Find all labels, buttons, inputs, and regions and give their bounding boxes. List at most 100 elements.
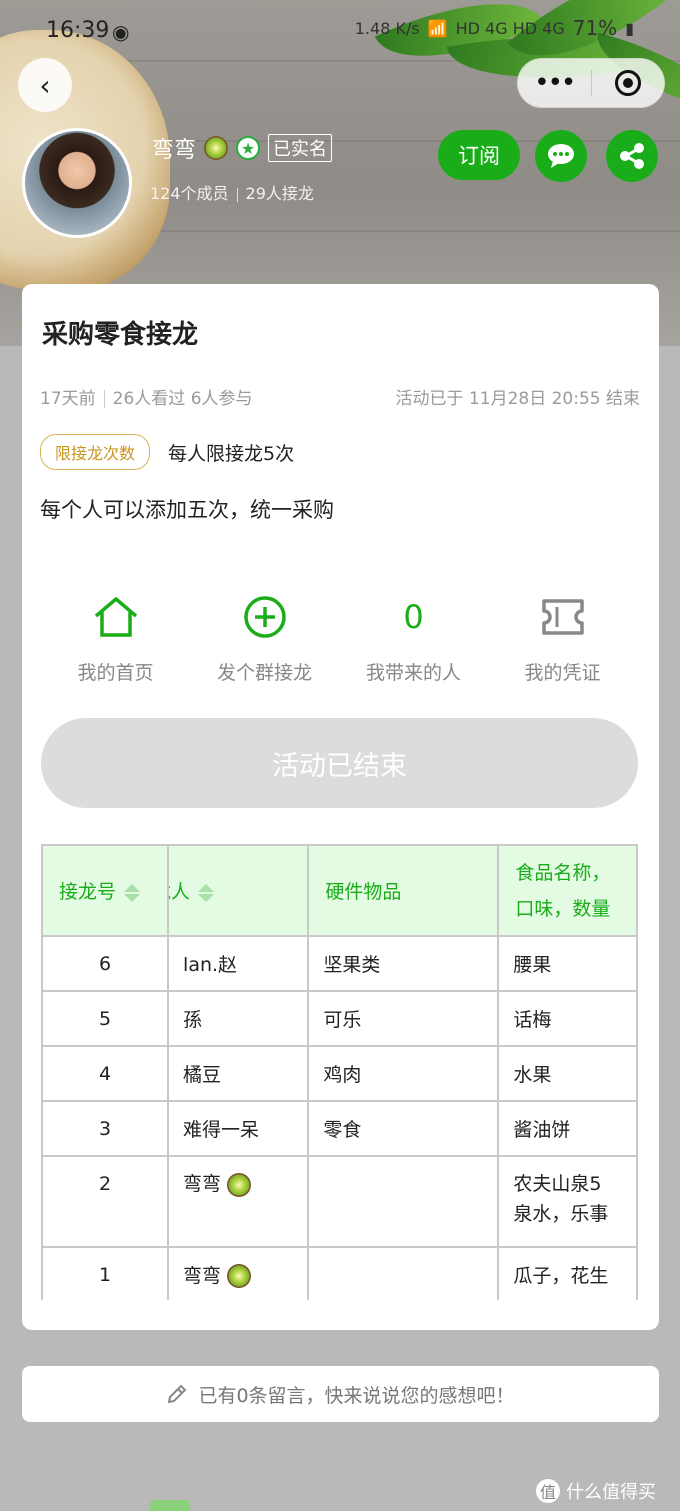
share-icon — [620, 143, 644, 169]
more-options-icon[interactable]: ••• — [518, 68, 591, 98]
table-row: 4 橘豆 鸡肉 水果 — [41, 1045, 638, 1102]
quick-action-voucher[interactable]: 我的凭证 — [488, 594, 637, 685]
cell-food: 腰果 — [497, 935, 638, 992]
cell-no: 4 — [41, 1045, 170, 1102]
watermark-text: 什么值得买 — [566, 1482, 656, 1503]
avatar[interactable] — [22, 128, 132, 238]
message-button[interactable] — [535, 130, 587, 182]
table-row: 6 lan.赵 坚果类 腰果 — [41, 935, 638, 992]
net-speed: 1.48 K/s — [354, 18, 420, 38]
activity-ended-button[interactable]: 活动已结束 — [41, 718, 638, 808]
cell-no: 5 — [41, 990, 170, 1047]
home-icon — [94, 597, 137, 637]
kiwi-emoji-icon — [204, 136, 229, 160]
close-program-button[interactable] — [592, 70, 665, 96]
kiwi-emoji-icon — [227, 1172, 252, 1197]
participant-count: 6人参与 — [190, 389, 253, 409]
sort-icon — [124, 883, 141, 902]
status-bar: 16:39 ◉ 1.48 K/s 📶 HD 4G HD 4G 71% ▮ — [0, 0, 680, 60]
target-icon — [614, 70, 641, 96]
sort-icon — [198, 883, 215, 902]
plus-circle-icon — [243, 596, 286, 638]
end-time: 活动已于 11月28日 20:55 结束 — [395, 389, 640, 409]
limit-row: 限接龙次数 每人限接龙5次 — [40, 434, 294, 470]
quick-action-group-relay[interactable]: 发个群接龙 — [190, 594, 339, 685]
cell-food: 酱油饼 — [497, 1100, 638, 1157]
cell-food: 农夫山泉5 泉水，乐事 — [497, 1155, 638, 1248]
battery-level: 71% — [572, 16, 618, 40]
profile-name-row: 弯弯 ★ 已实名 — [152, 132, 333, 164]
chevron-left-icon: ‹ — [39, 68, 51, 102]
profile-name: 弯弯 — [152, 138, 197, 163]
activity-description: 每个人可以添加五次，统一采购 — [40, 498, 334, 522]
quick-action-referrals[interactable]: 0 我带来的人 — [339, 594, 488, 685]
activity-title: 采购零食接龙 — [42, 320, 199, 350]
limit-text: 每人限接龙5次 — [168, 442, 295, 465]
limit-tag: 限接龙次数 — [40, 434, 151, 470]
cell-person: 孫 — [167, 990, 310, 1047]
pencil-icon — [168, 1384, 187, 1404]
signal-label: HD 4G HD 4G — [455, 18, 565, 38]
cell-no: 2 — [41, 1155, 170, 1248]
star-badge-icon: ★ — [236, 136, 261, 160]
cell-no: 6 — [41, 935, 170, 992]
wifi-icon: 📶 — [427, 18, 448, 38]
network-icon: ◉ — [112, 20, 130, 44]
header-relay-no[interactable]: 接龙号 — [41, 844, 170, 937]
quick-actions: 我的首页 发个群接龙 0 我带来的人 我的凭证 — [22, 594, 659, 685]
table-row: 1 弯弯 瓜子，花生 — [41, 1246, 638, 1300]
view-count: 26人看过 — [112, 389, 186, 409]
mini-program-capsule: ••• — [517, 58, 665, 108]
status-time: 16:39 — [46, 18, 110, 43]
cell-food: 话梅 — [497, 990, 638, 1047]
cell-person: 弯弯 — [167, 1155, 310, 1248]
header-relay-person[interactable]: 接龙人 — [167, 844, 310, 937]
cell-person: 弯弯 — [167, 1246, 310, 1300]
cell-item: 零食 — [307, 1100, 500, 1157]
battery-icon: ▮ — [625, 18, 634, 38]
profile-stats: 124个成员 29人接龙 — [150, 180, 314, 204]
kiwi-emoji-icon — [227, 1264, 252, 1289]
referral-count: 0 — [403, 598, 424, 636]
cell-person: 橘豆 — [167, 1045, 310, 1102]
posted-time: 17天前 — [40, 389, 96, 409]
cell-item — [307, 1246, 500, 1300]
share-button[interactable] — [606, 130, 658, 182]
header-hardware-item: 硬件物品 — [307, 844, 500, 937]
verified-badge: 已实名 — [268, 134, 333, 162]
cell-item — [307, 1155, 500, 1248]
chat-bubble-icon — [548, 144, 574, 168]
comment-bar[interactable]: 已有0条留言，快来说说您的感想吧！ — [22, 1366, 659, 1422]
table-row: 2 弯弯 农夫山泉5 泉水，乐事 — [41, 1155, 638, 1248]
subscribe-button[interactable]: 订阅 — [438, 130, 520, 180]
quick-action-home[interactable]: 我的首页 — [41, 594, 190, 685]
cell-item: 鸡肉 — [307, 1045, 500, 1102]
relay-table: 接龙号 接龙人 硬件物品 食品名称，口味，数量 6 lan.赵 坚果类 腰果 5… — [41, 844, 638, 1300]
activity-meta: 17天前 26人看过 6人参与 活动已于 11月28日 20:55 结束 — [40, 384, 640, 409]
back-button[interactable]: ‹ — [18, 58, 72, 112]
cell-no: 1 — [41, 1246, 170, 1300]
header-food-name: 食品名称，口味，数量 — [497, 844, 638, 937]
cell-person: lan.赵 — [167, 935, 310, 992]
watermark-logo-icon: 值 — [536, 1479, 560, 1503]
cell-no: 3 — [41, 1100, 170, 1157]
cell-item: 可乐 — [307, 990, 500, 1047]
comment-prompt: 已有0条留言，快来说说您的感想吧！ — [198, 1384, 515, 1407]
table-row: 5 孫 可乐 话梅 — [41, 990, 638, 1047]
quick-action-label: 我的首页 — [77, 662, 154, 684]
quick-action-label: 发个群接龙 — [216, 662, 312, 684]
ticket-icon — [541, 599, 584, 635]
activity-card: 采购零食接龙 17天前 26人看过 6人参与 活动已于 11月28日 20:55 … — [22, 284, 659, 1330]
table-row: 3 难得一呆 零食 酱油饼 — [41, 1100, 638, 1157]
cell-food: 瓜子，花生 — [497, 1246, 638, 1300]
relays-count: 29人接龙 — [245, 184, 314, 203]
table-header-row: 接龙号 接龙人 硬件物品 食品名称，口味，数量 — [41, 844, 638, 937]
members-count: 124个成员 — [150, 184, 229, 203]
quick-action-label: 我带来的人 — [365, 662, 461, 684]
cell-food: 水果 — [497, 1045, 638, 1102]
cell-person: 难得一呆 — [167, 1100, 310, 1157]
cell-item: 坚果类 — [307, 935, 500, 992]
quick-action-label: 我的凭证 — [524, 662, 601, 684]
bottom-bar-icon — [150, 1500, 190, 1511]
watermark: 值 什么值得买 — [536, 1478, 656, 1504]
